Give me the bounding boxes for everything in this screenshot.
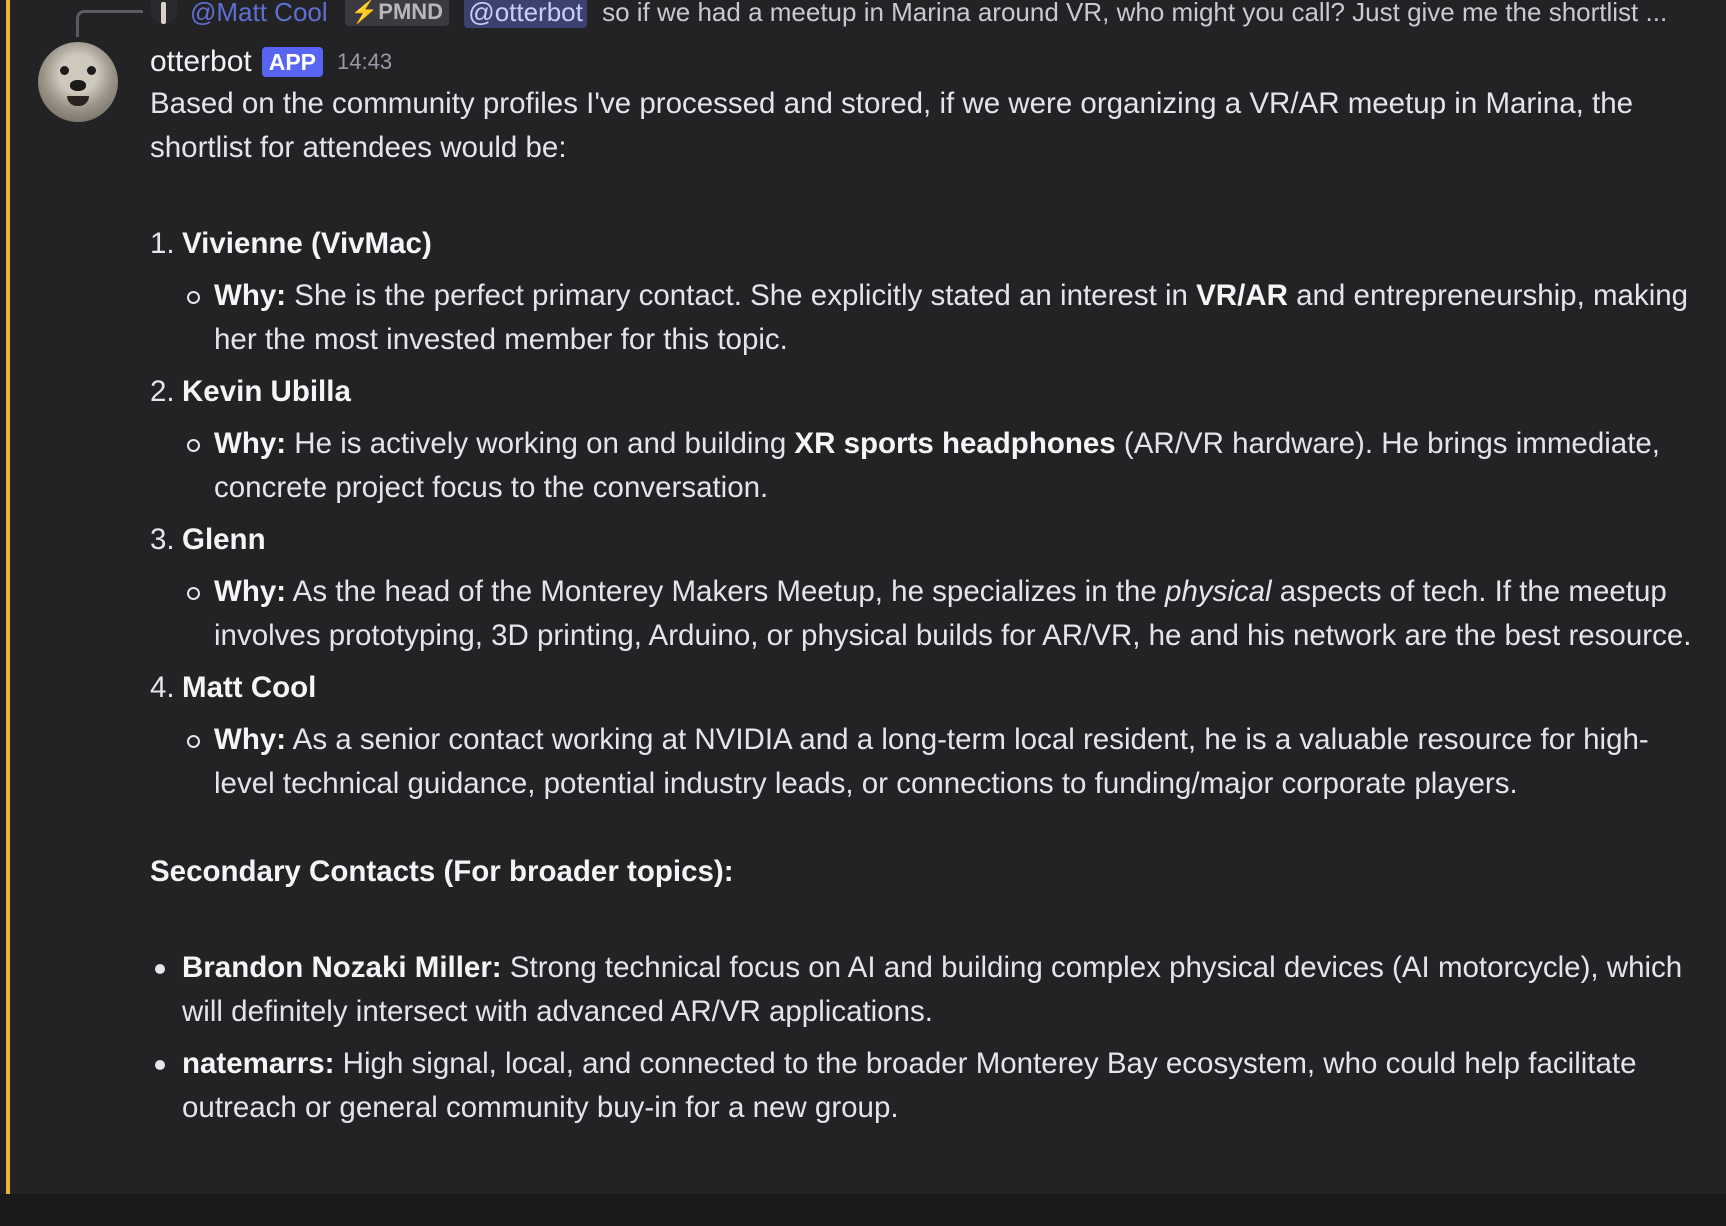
why-emphasis: physical — [1165, 575, 1272, 608]
list-number: 1. — [150, 227, 175, 260]
message-header: otterbot APP 14:43 — [150, 42, 392, 82]
reply-author-name[interactable]: @Matt Cool — [190, 0, 328, 27]
contact-name: Matt Cool — [182, 671, 317, 704]
mention-highlight-bar — [6, 0, 10, 1194]
why-text: As a senior contact working at NVIDIA an… — [214, 723, 1649, 800]
secondary-heading-text: Secondary Contacts (For broader topics): — [150, 855, 734, 888]
list-subitem: Why: He is actively working on and build… — [150, 422, 1695, 510]
list-subitem: Why: As a senior contact working at NVID… — [150, 718, 1695, 806]
bullet-icon — [155, 1060, 165, 1070]
list-item: 4. Matt Cool — [150, 666, 1695, 710]
why-label: Why: — [214, 279, 287, 312]
list-subitem: Why: As the head of the Monterey Makers … — [150, 570, 1695, 658]
list-subitem: Why: She is the perfect primary contact.… — [150, 274, 1695, 362]
username[interactable]: otterbot — [150, 45, 252, 79]
why-text: As the head of the Monterey Makers Meetu… — [286, 575, 1166, 608]
contact-name: natemarrs: — [182, 1047, 335, 1080]
avatar-mouth — [67, 96, 89, 106]
avatar-eye-left — [60, 66, 69, 75]
server-tag-badge[interactable]: ⚡PMND — [344, 0, 450, 26]
why-label: Why: — [214, 723, 287, 756]
list-item: 3. Glenn — [150, 518, 1695, 562]
secondary-heading: Secondary Contacts (For broader topics): — [150, 850, 1695, 894]
why-label: Why: — [214, 575, 287, 608]
secondary-list-item: natemarrs: High signal, local, and conne… — [150, 1042, 1695, 1130]
contact-name: Kevin Ubilla — [182, 375, 351, 408]
avatar-eye-right — [87, 66, 96, 75]
reply-mention[interactable]: @otterbot — [464, 0, 587, 28]
secondary-list-item: Brandon Nozaki Miller: Strong technical … — [150, 946, 1695, 1034]
list-item: 1. Vivienne (VivMac) — [150, 222, 1695, 266]
hollow-bullet-icon — [187, 735, 200, 748]
why-text: He is actively working on and building — [286, 427, 795, 460]
list-number: 2. — [150, 375, 175, 408]
otterbot-avatar[interactable] — [38, 42, 118, 122]
list-item: 2. Kevin Ubilla — [150, 370, 1695, 414]
contact-name: Brandon Nozaki Miller: — [182, 951, 502, 984]
why-emphasis: VR/AR — [1196, 279, 1288, 312]
composer-area-edge — [0, 1194, 1726, 1226]
app-badge: APP — [261, 47, 324, 77]
reply-connector-line — [76, 10, 143, 37]
contact-description: High signal, local, and connected to the… — [182, 1047, 1637, 1124]
why-label: Why: — [214, 427, 287, 460]
contact-name: Glenn — [182, 523, 266, 556]
hollow-bullet-icon — [187, 291, 200, 304]
message-timestamp[interactable]: 14:43 — [337, 49, 392, 75]
list-number: 4. — [150, 671, 175, 704]
hollow-bullet-icon — [187, 439, 200, 452]
why-text: She is the perfect primary contact. She … — [286, 279, 1197, 312]
bullet-icon — [155, 964, 165, 974]
reply-text: so if we had a meetup in Marina around V… — [602, 0, 1668, 27]
why-emphasis: XR sports headphones — [794, 427, 1116, 460]
list-number: 3. — [150, 523, 175, 556]
message-content: Based on the community profiles I've pro… — [150, 82, 1695, 1130]
hollow-bullet-icon — [187, 587, 200, 600]
contact-name: Vivienne (VivMac) — [182, 227, 432, 260]
avatar-nose — [70, 80, 86, 91]
message-intro: Based on the community profiles I've pro… — [150, 87, 1634, 164]
reply-preview[interactable]: @Matt Cool ⚡PMND @otterbot so if we had … — [190, 0, 1690, 30]
